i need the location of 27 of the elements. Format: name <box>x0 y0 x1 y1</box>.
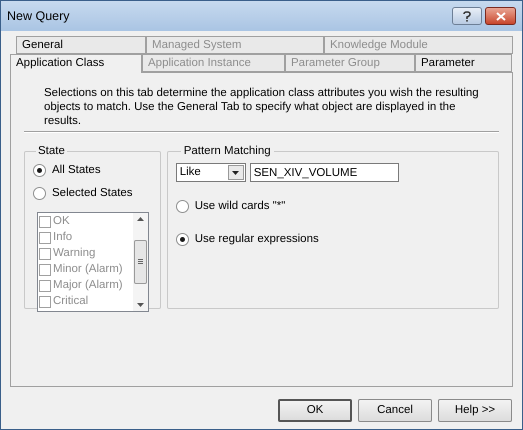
group-title: Pattern Matching <box>182 144 272 159</box>
close-button[interactable] <box>485 7 516 25</box>
radio-label: Selected States <box>52 186 133 200</box>
description-text: Selections on this tab determine the application class attributes you wish the resulting objects to match. Use the General Tab to specify what object are displayed in the results. <box>43 86 480 129</box>
tab[interactable]: General <box>16 36 146 54</box>
operator-dropdown[interactable]: Like <box>176 163 246 182</box>
radio-label: Use regular expressions <box>194 232 319 246</box>
question-icon <box>463 10 471 22</box>
group-title: State <box>37 144 66 159</box>
caret-icon <box>232 170 240 175</box>
tab[interactable]: Parameter <box>415 54 512 72</box>
window-title: New Query <box>7 8 70 25</box>
radio-label: All States <box>52 163 101 178</box>
radio-button[interactable] <box>176 232 189 246</box>
pattern-input[interactable]: SEN_XIV_VOLUME <box>250 163 399 182</box>
close-icon <box>496 12 506 20</box>
dialog-button[interactable]: OK <box>278 399 352 422</box>
radio-button[interactable] <box>33 186 46 200</box>
tab[interactable]: Application Class <box>10 54 142 73</box>
dropdown-button[interactable] <box>228 165 244 180</box>
radio-label: Use wild cards "*" <box>194 199 286 214</box>
dialog-button[interactable]: Cancel <box>358 399 432 422</box>
help-button[interactable] <box>452 7 482 25</box>
dialog-button[interactable]: Help >> <box>438 399 512 422</box>
radio-button[interactable] <box>176 200 189 214</box>
dropdown-value: Like <box>178 165 202 180</box>
radio-button[interactable] <box>33 164 46 178</box>
